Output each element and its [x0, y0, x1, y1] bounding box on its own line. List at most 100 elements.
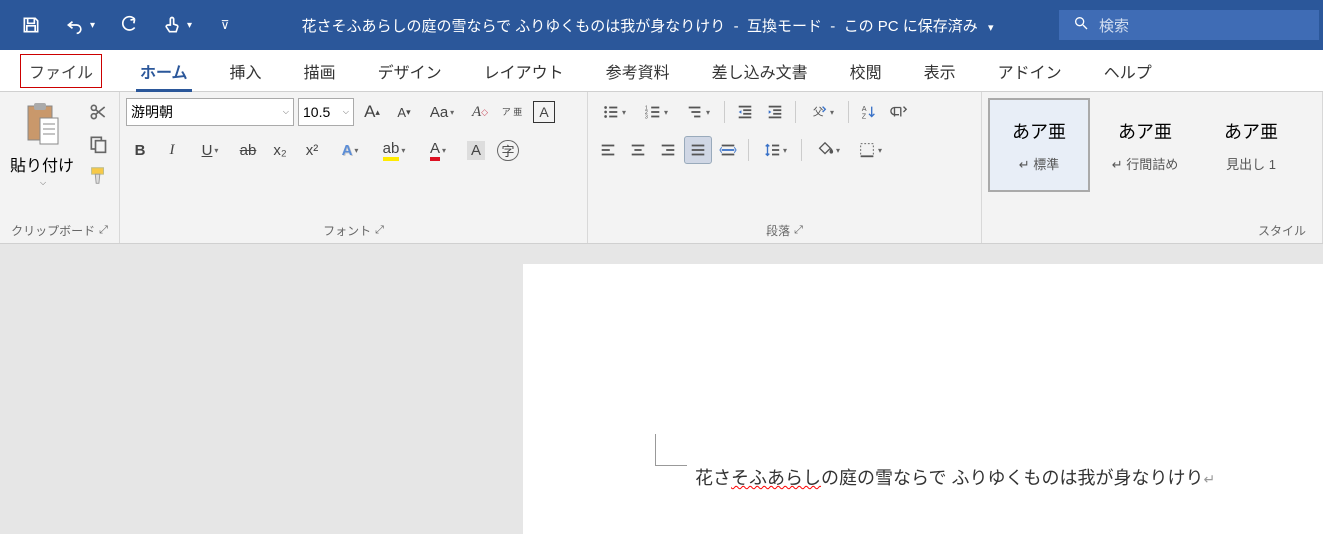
title-dropdown-icon[interactable]: ▾: [988, 22, 994, 34]
search-icon: [1073, 15, 1089, 36]
paragraph-mark-icon: ↵: [1203, 471, 1215, 487]
touch-dropdown-icon[interactable]: ▾: [187, 20, 192, 31]
subscript-button[interactable]: x₂: [266, 136, 294, 164]
superscript-button[interactable]: x²: [298, 136, 326, 164]
tab-addins[interactable]: アドイン: [994, 51, 1066, 91]
style-name-normal: ↵ 標準: [1019, 154, 1060, 173]
line-spacing-button[interactable]: ▾: [755, 136, 795, 164]
font-size-select[interactable]: 10.5⌵: [298, 98, 354, 126]
svg-text:Z: Z: [862, 111, 867, 120]
font-color-button[interactable]: A▾: [418, 136, 458, 164]
document-title: 花さそふあらしの庭の雪ならで ふりゆくものは我が身なりけり - 互換モード - …: [236, 15, 1059, 36]
font-group-label: フォント: [323, 222, 371, 239]
grow-font-button[interactable]: A▴: [358, 98, 386, 126]
numbering-button[interactable]: 123▾: [636, 98, 676, 126]
enclose-char-button[interactable]: 字: [494, 136, 522, 164]
distribute-button[interactable]: [714, 136, 742, 164]
touch-mode-icon[interactable]: [161, 14, 183, 36]
highlight-button[interactable]: ab▾: [374, 136, 414, 164]
font-group: 游明朝⌵ 10.5⌵ A▴ A▾ Aa▾ A◇ ア 亜 A B I U▾ ab …: [120, 92, 588, 243]
tab-references[interactable]: 参考資料: [602, 51, 674, 91]
cut-button[interactable]: [84, 98, 112, 126]
tab-insert[interactable]: 挿入: [226, 51, 266, 91]
increase-indent-button[interactable]: [761, 98, 789, 126]
copy-button[interactable]: [84, 130, 112, 158]
svg-text:父: 父: [813, 107, 824, 119]
style-normal[interactable]: あア亜 ↵ 標準: [988, 98, 1090, 192]
style-nospacing[interactable]: あア亜 ↵ 行間詰め: [1094, 98, 1196, 192]
ribbon: 貼り付け ⌵ クリップボード ⤢ 游明朝⌵ 10.5⌵ A▴ A▾ Aa: [0, 92, 1323, 244]
shading-button[interactable]: ▾: [808, 136, 848, 164]
italic-button[interactable]: I: [158, 136, 186, 164]
style-preview: あア亜: [1224, 118, 1278, 144]
style-preview: あア亜: [1012, 118, 1066, 144]
tab-view[interactable]: 表示: [920, 51, 960, 91]
char-border-button[interactable]: A: [530, 98, 558, 126]
bullets-button[interactable]: ▾: [594, 98, 634, 126]
svg-text:3: 3: [645, 114, 648, 120]
tab-draw[interactable]: 描画: [300, 51, 340, 91]
font-launcher[interactable]: ⤢: [375, 224, 384, 237]
search-placeholder: 検索: [1099, 15, 1129, 36]
undo-icon[interactable]: [64, 14, 86, 36]
paste-button[interactable]: 貼り付け ⌵: [6, 98, 78, 192]
underline-button[interactable]: U▾: [190, 136, 230, 164]
style-name-heading1: 見出し 1: [1226, 154, 1276, 173]
style-heading1[interactable]: あア亜 見出し 1: [1200, 98, 1302, 192]
page[interactable]: 花さそふあらしの庭の雪ならで ふりゆくものは我が身なりけり↵: [523, 264, 1323, 534]
tab-layout[interactable]: レイアウト: [480, 51, 568, 91]
save-icon[interactable]: [20, 14, 42, 36]
text-effects-button[interactable]: A▾: [330, 136, 370, 164]
paste-icon: [22, 102, 62, 150]
show-marks-button[interactable]: [885, 98, 913, 126]
tab-mailings[interactable]: 差し込み文書: [708, 51, 812, 91]
title-bar: ▾ ▾ ⊽ 花さそふあらしの庭の雪ならで ふりゆくものは我が身なりけり - 互換…: [0, 0, 1323, 50]
shrink-font-button[interactable]: A▾: [390, 98, 418, 126]
bold-button[interactable]: B: [126, 136, 154, 164]
style-name-nospacing: ↵ 行間詰め: [1112, 154, 1179, 173]
char-shading-button[interactable]: A: [462, 136, 490, 164]
tab-review[interactable]: 校閲: [846, 51, 886, 91]
tab-design[interactable]: デザイン: [374, 51, 446, 91]
styles-group: あア亜 ↵ 標準 あア亜 ↵ 行間詰め あア亜 見出し 1 スタイル: [982, 92, 1323, 243]
paste-dropdown-icon[interactable]: ⌵: [40, 178, 46, 188]
paragraph-group: ▾ 123▾ ▾ 父▾ AZ: [588, 92, 982, 243]
styles-group-label: スタイル: [1258, 222, 1306, 239]
redo-icon[interactable]: [117, 14, 139, 36]
tab-file[interactable]: ファイル: [20, 54, 102, 88]
multilevel-button[interactable]: ▾: [678, 98, 718, 126]
change-case-button[interactable]: Aa▾: [422, 98, 462, 126]
align-right-button[interactable]: [654, 136, 682, 164]
clear-format-button[interactable]: A◇: [466, 98, 494, 126]
brush-icon: [87, 165, 109, 187]
scissors-icon: [88, 102, 108, 122]
paragraph-launcher[interactable]: ⤢: [794, 224, 803, 237]
strike-button[interactable]: ab: [234, 136, 262, 164]
ribbon-tabs: ファイル ホーム 挿入 描画 デザイン レイアウト 参考資料 差し込み文書 校閲…: [0, 50, 1323, 92]
search-box[interactable]: 検索: [1059, 10, 1319, 40]
copy-icon: [88, 134, 108, 154]
qat-customize-icon[interactable]: ⊽: [214, 14, 236, 36]
align-center-button[interactable]: [624, 136, 652, 164]
clipboard-group-label: クリップボード: [11, 222, 95, 239]
align-left-button[interactable]: [594, 136, 622, 164]
document-text[interactable]: 花さそふあらしの庭の雪ならで ふりゆくものは我が身なりけり↵: [695, 464, 1215, 490]
document-area: 花さそふあらしの庭の雪ならで ふりゆくものは我が身なりけり↵: [0, 244, 1323, 534]
font-name-select[interactable]: 游明朝⌵: [126, 98, 294, 126]
style-preview: あア亜: [1118, 118, 1172, 144]
sort-button[interactable]: AZ: [855, 98, 883, 126]
phonetic-guide-button[interactable]: ア 亜: [498, 98, 526, 126]
tab-help[interactable]: ヘルプ: [1100, 51, 1156, 91]
paste-label: 貼り付け: [10, 152, 74, 176]
text-direction-button[interactable]: 父▾: [802, 98, 842, 126]
format-painter-button[interactable]: [84, 162, 112, 190]
margin-marker: [655, 434, 687, 466]
clipboard-launcher[interactable]: ⤢: [99, 224, 108, 237]
undo-dropdown-icon[interactable]: ▾: [90, 20, 95, 31]
tab-home[interactable]: ホーム: [136, 51, 192, 91]
paragraph-group-label: 段落: [766, 222, 790, 239]
clipboard-group: 貼り付け ⌵ クリップボード ⤢: [0, 92, 120, 243]
borders-button[interactable]: ▾: [850, 136, 890, 164]
decrease-indent-button[interactable]: [731, 98, 759, 126]
align-justify-button[interactable]: [684, 136, 712, 164]
